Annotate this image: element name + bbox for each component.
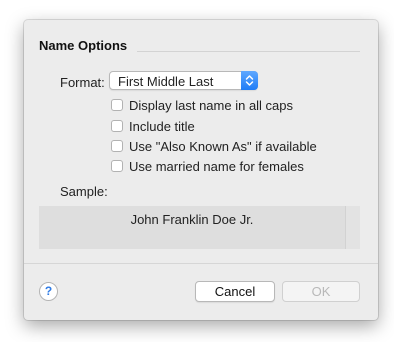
- format-select-value: First Middle Last: [118, 74, 214, 89]
- option-label: Include title: [129, 118, 195, 134]
- sample-scrollbar[interactable]: [345, 206, 360, 249]
- name-options-dialog: Name Options Format: First Middle Last D…: [24, 20, 378, 320]
- option-label: Display last name in all caps: [129, 97, 294, 113]
- format-label: Format:: [60, 75, 105, 90]
- help-button[interactable]: ?: [39, 282, 58, 301]
- option-label: Use married name for females: [129, 158, 304, 174]
- option-married-name[interactable]: Use married name for females: [111, 158, 304, 174]
- sample-text: John Franklin Doe Jr.: [130, 212, 254, 227]
- option-all-caps[interactable]: Display last name in all caps: [111, 97, 293, 113]
- option-label: Use "Also Known As" if available: [129, 138, 317, 154]
- option-also-known-as[interactable]: Use "Also Known As" if available: [111, 138, 317, 154]
- footer-divider: [24, 263, 378, 264]
- section-title: Name Options: [39, 38, 128, 53]
- select-stepper-icon: [241, 71, 258, 90]
- checkbox-married-name[interactable]: [111, 160, 123, 172]
- format-select[interactable]: First Middle Last: [109, 71, 258, 90]
- checkbox-all-caps[interactable]: [111, 99, 123, 111]
- option-include-title[interactable]: Include title: [111, 118, 195, 134]
- section-divider: [137, 51, 360, 52]
- sample-preview-box: John Franklin Doe Jr.: [39, 206, 360, 249]
- sample-label: Sample:: [60, 184, 108, 199]
- cancel-button[interactable]: Cancel: [195, 281, 275, 302]
- ok-button[interactable]: OK: [282, 281, 360, 302]
- checkbox-also-known-as[interactable]: [111, 140, 123, 152]
- checkbox-include-title[interactable]: [111, 120, 123, 132]
